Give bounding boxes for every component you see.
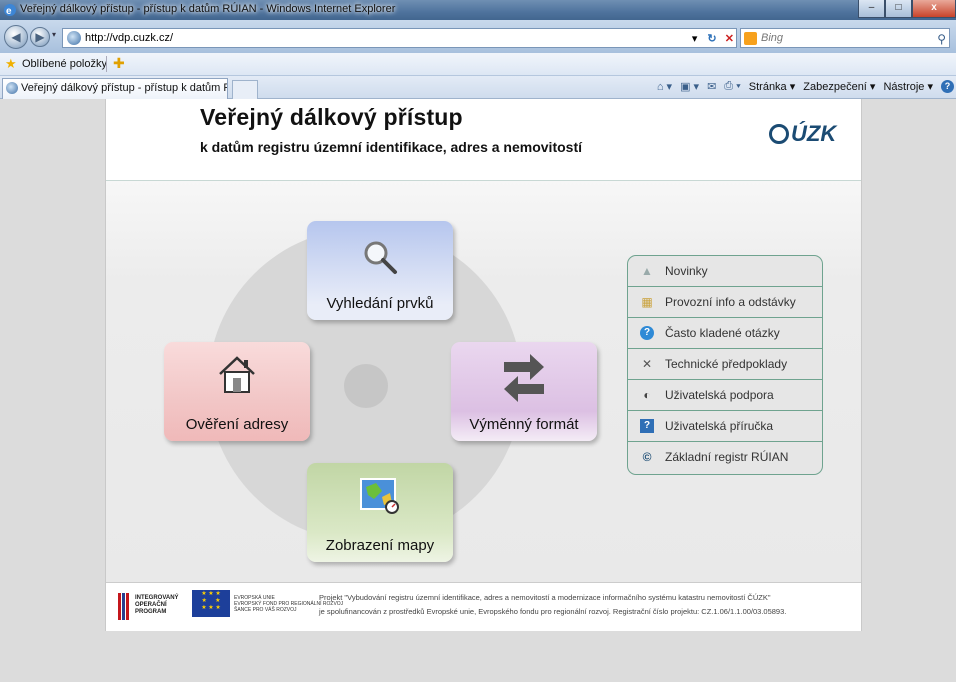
address-bar: ◀ ▶ ▾ http://vdp.cuzk.cz/ ▾ ↻ ✕ Bing ⚲ [0, 20, 956, 53]
eu-flag-logo: ★ ★ ★ ★ ★ ★ ★ ★ [192, 590, 230, 617]
search-input[interactable]: Bing ⚲ [740, 28, 950, 48]
tab-favicon-icon [6, 82, 18, 94]
page-menu[interactable]: Stránka ▾ [749, 80, 796, 93]
internet-explorer-icon: e [3, 3, 17, 17]
link-operational-info-label: Provozní info a odstávky [665, 295, 796, 309]
history-dropdown-icon[interactable]: ▾ [52, 30, 56, 39]
page-footer: INTEGROVANÝ OPERAČNÍ PROGRAM ★ ★ ★ ★ ★ ★ ★… [106, 582, 861, 631]
link-news[interactable]: ▲ Novinky [628, 256, 822, 287]
tools-icon: ✕ [641, 357, 653, 371]
window-title-bar: e Veřejný dálkový přístup - přístup k da… [0, 0, 956, 20]
link-operational-info[interactable]: ▦ Provozní info a odstávky [628, 287, 822, 318]
separator [106, 56, 107, 72]
cuzk-logo[interactable]: ÚZK [769, 121, 836, 147]
link-user-support-label: Uživatelská podpora [665, 388, 774, 402]
info-links-panel: ▲ Novinky ▦ Provozní info a odstávky ? Č… [627, 255, 823, 475]
url-dropdown-icon[interactable]: ▾ [688, 32, 701, 45]
search-elements-tile[interactable]: Vyhledání prvků [307, 221, 453, 320]
add-favorite-icon[interactable]: ✚ [113, 55, 125, 72]
verify-address-label: Ověření adresy [185, 416, 289, 433]
page-container: Veřejný dálkový přístup k datům registru… [105, 99, 862, 631]
footer-project-text: Projekt "Vybudování registru územní iden… [319, 591, 786, 619]
show-map-tile[interactable]: Zobrazení mapy [307, 463, 453, 562]
page-title: Veřejný dálkový přístup [200, 104, 463, 130]
footer-line-1: Projekt "Vybudování registru územní iden… [319, 593, 771, 602]
favorites-star-icon[interactable]: ★ [5, 56, 17, 72]
new-tab-button[interactable] [232, 80, 258, 99]
link-tech-requirements-label: Technické předpoklady [665, 357, 788, 371]
url-text: http://vdp.cuzk.cz/ [85, 32, 174, 44]
svg-text:e: e [6, 6, 12, 17]
cuzk-icon: © [642, 450, 652, 464]
iop-logo-bars [118, 593, 132, 620]
favorites-bar: ★ Oblíbené položky ✚ [0, 53, 956, 76]
maximize-button[interactable]: □ [885, 0, 912, 18]
link-faq[interactable]: ? Často kladené otázky [628, 318, 822, 349]
minimize-button[interactable]: – [858, 0, 885, 18]
tab-bar: Veřejný dálkový přístup - přístup k datů… [0, 76, 956, 99]
safety-menu[interactable]: Zabezpečení ▾ [803, 80, 875, 93]
question-icon: ? [640, 326, 654, 340]
exchange-arrows-icon [502, 352, 546, 407]
exchange-format-tile[interactable]: Výměnný formát [451, 342, 597, 441]
page-header: Veřejný dálkový přístup k datům registru… [106, 99, 861, 181]
back-button[interactable]: ◀ [4, 25, 28, 49]
link-ruian-registry[interactable]: © Základní registr RÚIAN [628, 442, 822, 473]
manual-icon: ? [640, 419, 654, 433]
center-circle [344, 364, 388, 408]
verify-address-tile[interactable]: Ověření adresy [164, 342, 310, 441]
tab-label: Veřejný dálkový přístup - přístup k datů… [21, 82, 227, 94]
main-area: Vyhledání prvků Ověření adresy Výměnný f… [106, 181, 861, 582]
iop-logo: INTEGROVANÝ OPERAČNÍ PROGRAM [118, 593, 194, 620]
link-user-manual[interactable]: ? Uživatelská příručka [628, 411, 822, 442]
cuzk-logo-mark-icon [769, 124, 789, 144]
news-icon: ▲ [641, 264, 653, 278]
command-bar: ⌂ ▾ ▣ ▾ ✉ ⎙ ▾ Stránka ▾ Zabezpečení ▾ Ná… [657, 80, 954, 93]
search-icon[interactable]: ⚲ [937, 30, 946, 48]
link-faq-label: Často kladené otázky [665, 326, 780, 340]
help-icon[interactable]: ? [941, 80, 954, 93]
url-input[interactable]: http://vdp.cuzk.cz/ [62, 28, 737, 48]
tools-menu[interactable]: Nástroje ▾ [883, 80, 933, 93]
forward-button[interactable]: ▶ [30, 27, 50, 47]
close-button[interactable]: x [912, 0, 956, 18]
magnifier-icon [362, 239, 398, 280]
page-subtitle: k datům registru územní identifikace, ad… [200, 139, 582, 155]
page-viewport: Veřejný dálkový přístup k datům registru… [0, 99, 956, 682]
print-icon[interactable]: ⎙ ▾ [724, 80, 740, 93]
browser-tab[interactable]: Veřejný dálkový přístup - přístup k datů… [2, 78, 228, 99]
eu-stars-icon: ★ ★ ★ ★ ★ ★ ★ ★ [201, 591, 221, 611]
stop-icon[interactable]: ✕ [723, 32, 736, 45]
search-placeholder: Bing [761, 32, 784, 44]
show-map-label: Zobrazení mapy [325, 537, 435, 554]
footer-line-2: je spolufinancován z prostředků Evropské… [319, 607, 787, 616]
cuzk-logo-text: ÚZK [791, 121, 837, 146]
exchange-format-label: Výměnný formát [469, 416, 579, 433]
mail-icon[interactable]: ✉ [707, 80, 716, 93]
iop-logo-text: INTEGROVANÝ OPERAČNÍ PROGRAM [135, 595, 179, 615]
site-favicon-icon [67, 31, 81, 45]
barrier-icon: ▦ [641, 295, 653, 309]
search-elements-label: Vyhledání prvků [326, 295, 434, 312]
house-icon [217, 354, 257, 399]
map-icon [358, 473, 402, 522]
link-ruian-registry-label: Základní registr RÚIAN [665, 450, 789, 464]
window-title: Veřejný dálkový přístup - přístup k datů… [20, 3, 396, 15]
link-user-manual-label: Uživatelská příručka [665, 419, 774, 433]
bing-icon [744, 32, 757, 45]
favorites-button[interactable]: Oblíbené položky [22, 58, 107, 70]
link-tech-requirements[interactable]: ✕ Technické předpoklady [628, 349, 822, 380]
headset-icon: ◐ [643, 388, 651, 402]
home-icon[interactable]: ⌂ ▾ [657, 80, 672, 93]
refresh-icon[interactable]: ↻ [705, 32, 718, 45]
feeds-icon[interactable]: ▣ ▾ [680, 80, 699, 93]
link-user-support[interactable]: ◐ Uživatelská podpora [628, 380, 822, 411]
link-news-label: Novinky [665, 264, 708, 278]
